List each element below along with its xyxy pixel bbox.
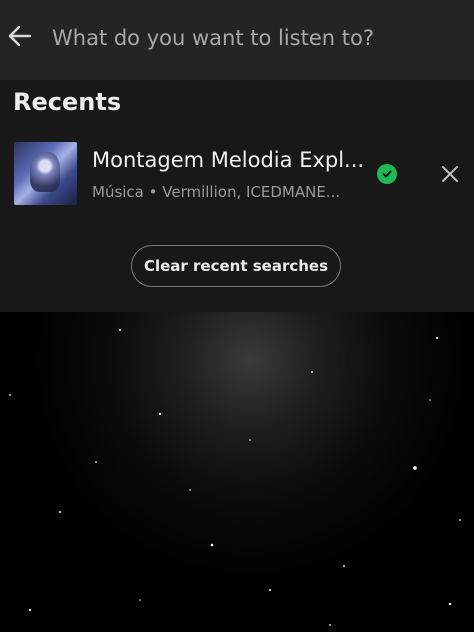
clear-recent-searches-button[interactable]: Clear recent searches	[131, 245, 341, 287]
search-bar	[0, 0, 474, 80]
recents-heading: Recents	[13, 88, 122, 116]
arrow-left-icon	[8, 25, 32, 47]
album-cover-art	[30, 152, 60, 192]
downloaded-check-icon	[377, 164, 397, 184]
back-button[interactable]	[4, 20, 36, 52]
recents-panel: Recents Montagem Melodia Expl... Música …	[0, 80, 474, 312]
recent-item[interactable]: Montagem Melodia Expl... Música • Vermil…	[0, 138, 474, 210]
remove-recent-button[interactable]	[436, 160, 464, 188]
screen: Recents Montagem Melodia Expl... Música …	[0, 0, 474, 632]
album-cover	[14, 142, 77, 205]
close-icon	[442, 166, 458, 182]
search-input[interactable]	[52, 18, 452, 58]
recent-item-subtitle: Música • Vermillion, ICEDMANE...	[92, 183, 341, 201]
recent-item-title: Montagem Melodia Expl...	[92, 148, 365, 172]
